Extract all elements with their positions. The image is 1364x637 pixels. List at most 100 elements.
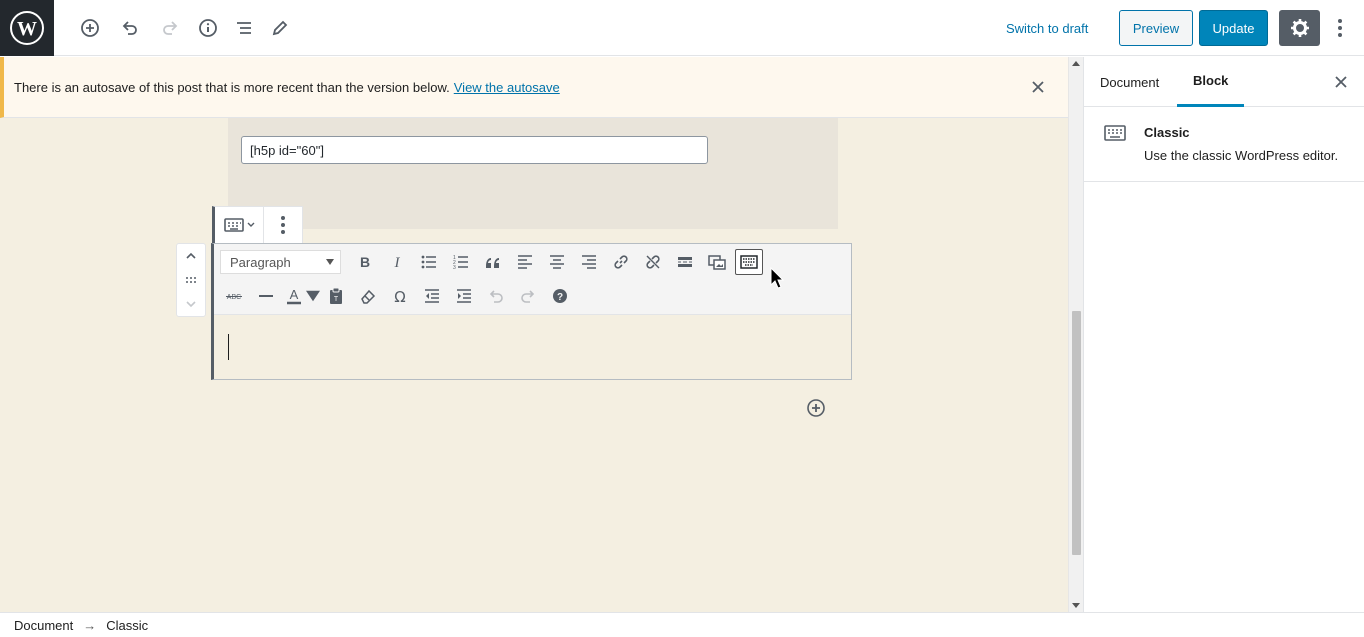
block-breadcrumb: Document → Classic [0, 612, 1364, 637]
preview-button[interactable]: Preview [1119, 10, 1193, 46]
indent-icon [457, 289, 471, 303]
toolbar-toggle-button[interactable] [735, 249, 763, 275]
settings-button[interactable] [1279, 10, 1320, 46]
caret-down-icon [326, 259, 334, 265]
svg-text:A: A [290, 287, 299, 302]
kitchen-sink-icon [740, 255, 758, 269]
align-center-button[interactable] [541, 247, 573, 277]
read-more-icon [678, 257, 692, 267]
format-select[interactable]: Paragraph [220, 250, 341, 274]
svg-text:B: B [360, 254, 370, 270]
editor-canvas: There is an autosave of this post that i… [0, 57, 1068, 612]
view-autosave-link[interactable]: View the autosave [454, 80, 560, 95]
tinymce-toolbar: Paragraph B I 123 ABC A T Ω ? [214, 244, 851, 315]
align-left-icon [518, 255, 532, 269]
text-color-button[interactable]: A [282, 281, 306, 311]
svg-text:3: 3 [453, 265, 456, 271]
shortcode-input[interactable] [241, 136, 708, 164]
block-inserter-button[interactable] [806, 398, 826, 418]
italic-button[interactable]: I [381, 247, 413, 277]
classic-editor-content[interactable] [214, 315, 851, 379]
keyboard-icon [1104, 125, 1128, 145]
breadcrumb-document[interactable]: Document [14, 618, 73, 633]
update-button[interactable]: Update [1199, 10, 1268, 46]
tinymce-redo-button[interactable] [512, 281, 544, 311]
bullet-list-button[interactable] [413, 247, 445, 277]
block-navigation-button[interactable] [230, 14, 258, 42]
plus-circle-icon [807, 399, 825, 417]
close-sidebar-button[interactable] [1332, 73, 1350, 91]
horizontal-rule-icon [259, 295, 273, 297]
svg-text:I: I [394, 255, 401, 271]
text-color-dropdown[interactable] [306, 281, 320, 311]
notice-dismiss-button[interactable] [1028, 77, 1048, 97]
content-structure-button[interactable] [194, 14, 222, 42]
add-block-button[interactable] [76, 14, 104, 42]
toolbar-row-2: ABC A T Ω ? [218, 281, 576, 311]
blockquote-button[interactable] [477, 247, 509, 277]
chevron-down-icon [247, 222, 254, 227]
breadcrumb-separator: → [83, 617, 97, 633]
close-icon [1032, 81, 1044, 93]
block-card-description: Use the classic WordPress editor. [1144, 148, 1339, 163]
tinymce-undo-button[interactable] [480, 281, 512, 311]
drag-handle-icon[interactable] [185, 276, 197, 284]
move-down-icon[interactable] [185, 300, 197, 308]
switch-to-draft-button[interactable]: Switch to draft [998, 10, 1096, 46]
scroll-thumb[interactable] [1072, 311, 1081, 555]
scroll-down-arrow[interactable] [1072, 603, 1080, 608]
unlink-icon [646, 255, 660, 269]
help-icon: ? [553, 289, 567, 303]
omega-icon: Ω [394, 288, 405, 305]
italic-icon: I [394, 255, 401, 271]
tab-document[interactable]: Document [1084, 57, 1175, 107]
breadcrumb-classic[interactable]: Classic [106, 618, 148, 633]
gear-icon [1290, 19, 1309, 37]
plus-circle-icon [81, 19, 99, 37]
media-icon [708, 255, 726, 270]
block-card-title: Classic [1144, 125, 1190, 140]
tools-button[interactable] [266, 14, 294, 42]
wordpress-logo[interactable]: W [0, 0, 54, 56]
add-media-button[interactable] [701, 247, 733, 277]
horizontal-line-button[interactable] [250, 281, 282, 311]
special-character-button[interactable]: Ω [384, 281, 416, 311]
bold-button[interactable]: B [349, 247, 381, 277]
move-up-icon[interactable] [185, 252, 197, 260]
quote-icon [486, 258, 499, 268]
svg-text:?: ? [557, 292, 563, 303]
shortcode-block[interactable] [228, 118, 838, 229]
more-menu-button[interactable] [1330, 14, 1350, 42]
redo-icon [163, 21, 178, 35]
read-more-button[interactable] [669, 247, 701, 277]
align-right-button[interactable] [573, 247, 605, 277]
tab-block[interactable]: Block [1177, 57, 1245, 107]
svg-text:ABC: ABC [227, 294, 241, 301]
remove-link-button[interactable] [637, 247, 669, 277]
text-color-icon: A [287, 287, 301, 305]
numbered-list-button[interactable]: 123 [445, 247, 477, 277]
block-switcher-button[interactable] [215, 207, 264, 243]
paste-as-text-button[interactable]: T [320, 281, 352, 311]
format-select-value: Paragraph [230, 254, 291, 270]
undo-button[interactable] [116, 14, 144, 42]
strikethrough-button[interactable]: ABC [218, 281, 250, 311]
caret-down-icon [306, 290, 320, 302]
clear-formatting-button[interactable] [352, 281, 384, 311]
outdent-button[interactable] [416, 281, 448, 311]
redo-button[interactable] [156, 14, 184, 42]
indent-button[interactable] [448, 281, 480, 311]
align-left-button[interactable] [509, 247, 541, 277]
scroll-up-arrow[interactable] [1072, 61, 1080, 66]
pencil-icon [272, 20, 288, 36]
block-more-options-button[interactable] [264, 207, 302, 243]
classic-block[interactable]: Paragraph B I 123 ABC A T Ω ? [211, 243, 852, 380]
block-toolbar [212, 206, 303, 244]
numbered-list-icon: 123 [453, 255, 468, 271]
strikethrough-icon: ABC [226, 294, 242, 301]
keyboard-shortcuts-button[interactable]: ? [544, 281, 576, 311]
autosave-notice: There is an autosave of this post that i… [0, 57, 1068, 118]
wordpress-icon: W [10, 11, 44, 45]
editor-scrollbar[interactable] [1068, 57, 1083, 612]
insert-link-button[interactable] [605, 247, 637, 277]
